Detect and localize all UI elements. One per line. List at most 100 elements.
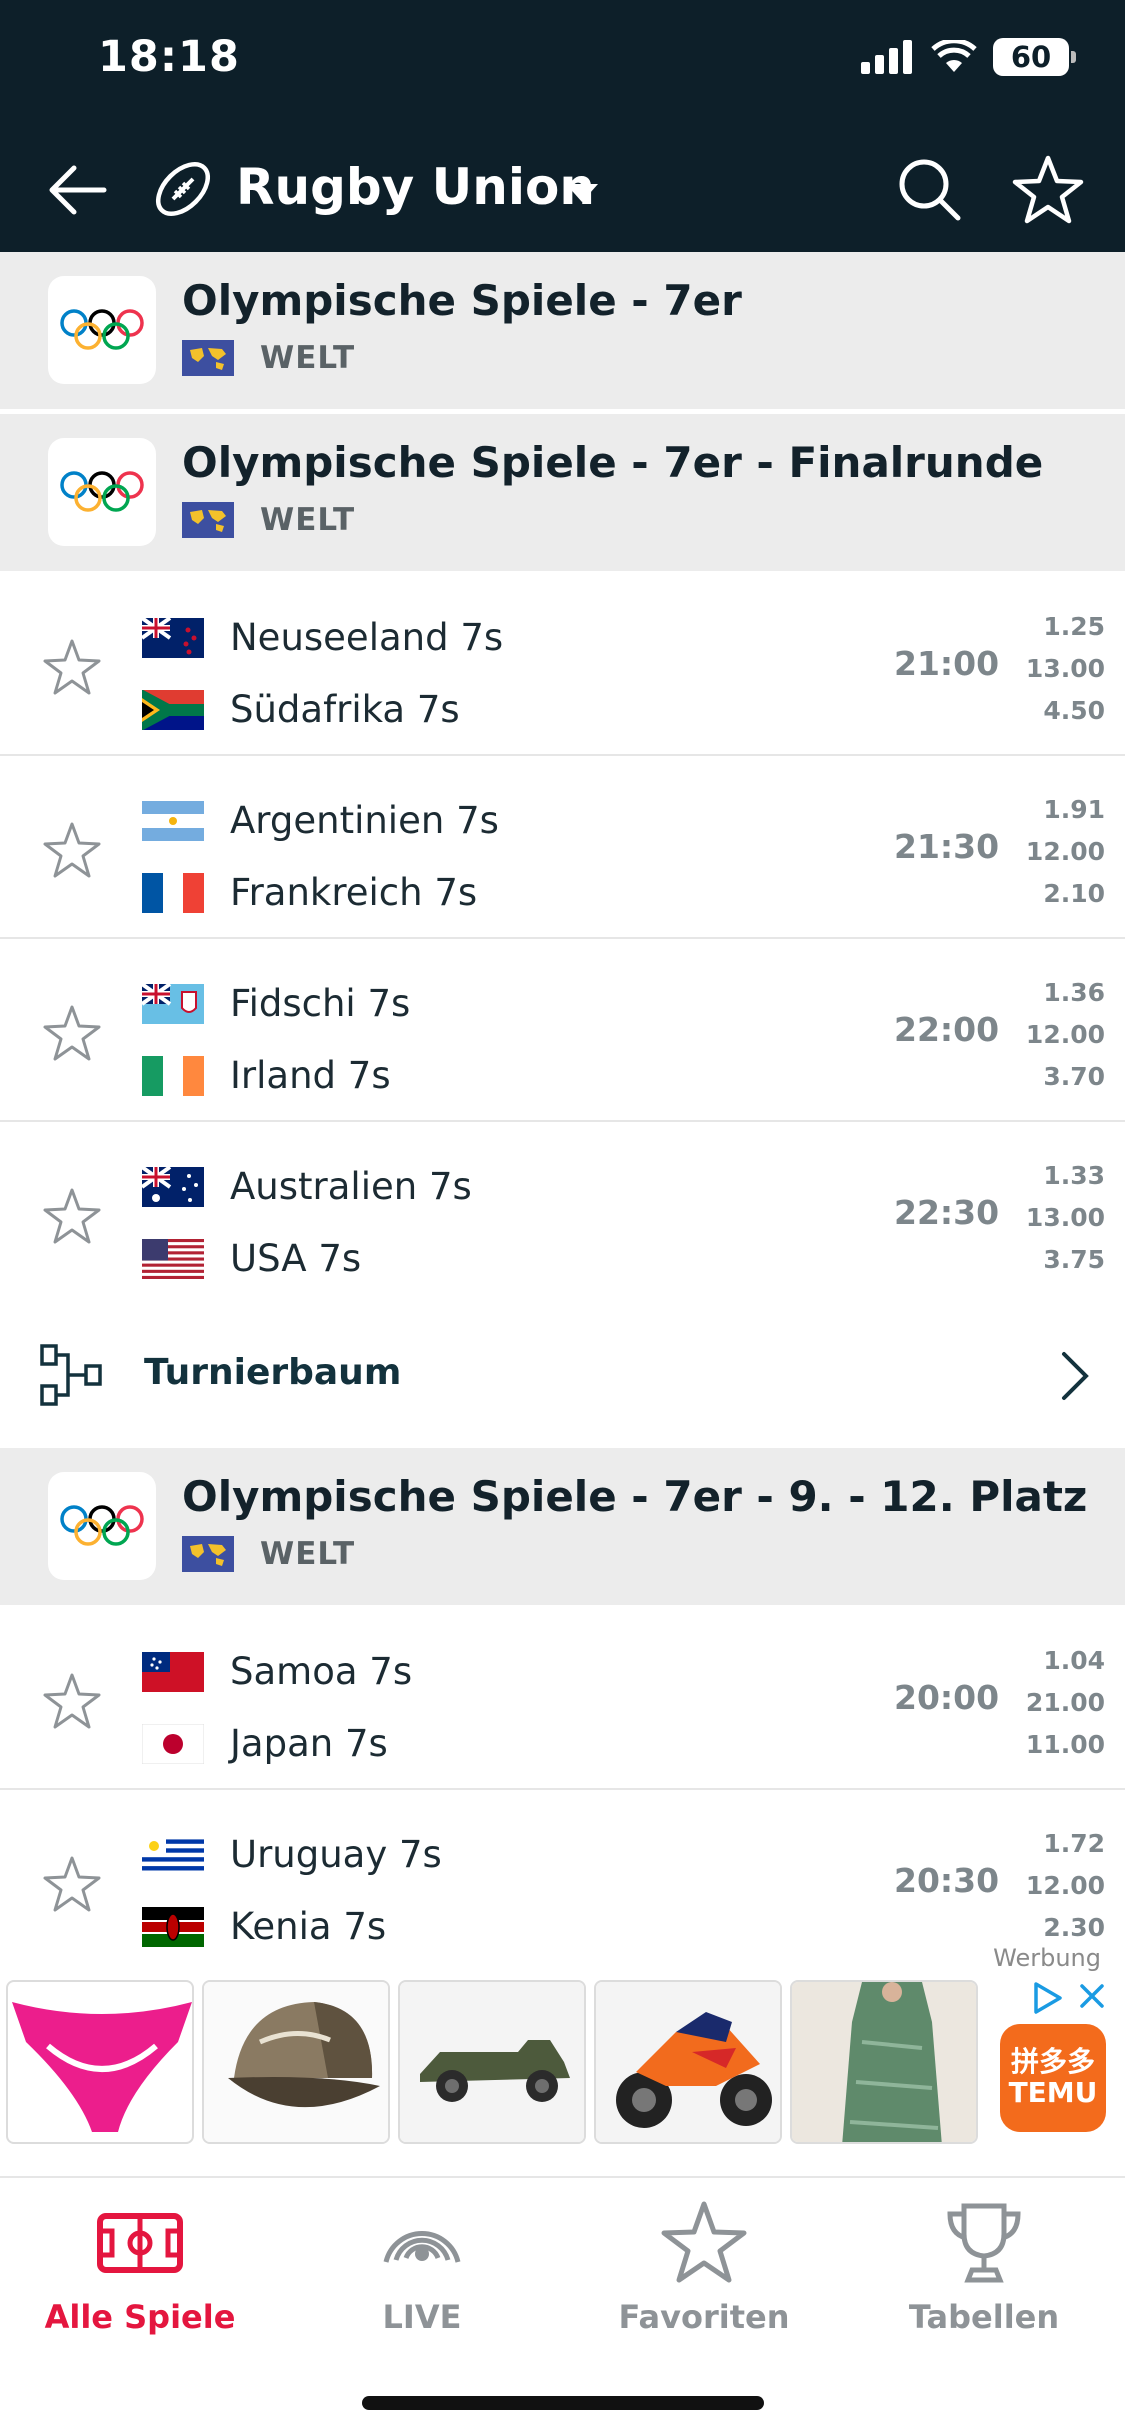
match-row[interactable]: Australien 7s USA 7s 22:30 1.33 13.00 3.… [0, 1123, 1125, 1305]
competition-header[interactable]: Olympische Spiele - 7er - 9. - 12. Platz… [0, 1448, 1125, 1608]
ad-product-motorbike[interactable] [594, 1980, 782, 2144]
world-flag-icon [182, 340, 234, 376]
star-icon[interactable] [1008, 150, 1088, 230]
rugby-ball-icon [156, 162, 210, 216]
uruguay-flag-icon [142, 1834, 204, 1875]
competition-name: Olympische Spiele - 7er - 9. - 12. Platz [182, 1472, 1088, 1521]
kickoff-time: 22:00 [894, 1010, 1000, 1049]
tab-label: LIVE [382, 2298, 462, 2336]
tab-live[interactable]: LIVE [302, 2198, 542, 2348]
favorite-star-icon[interactable] [40, 636, 104, 700]
japan-flag-icon [142, 1723, 204, 1764]
australia-flag-icon [142, 1166, 204, 1207]
odds-draw: 13.00 [1025, 654, 1105, 683]
kickoff-time: 21:00 [894, 644, 1000, 683]
match-row[interactable]: Neuseeland 7s Südafrika 7s 21:00 1.25 13… [0, 574, 1125, 756]
favorite-star-icon[interactable] [40, 1185, 104, 1249]
odds: 1.33 13.00 3.75 [1026, 1155, 1105, 1281]
odds: 1.25 13.00 4.50 [1026, 606, 1105, 732]
kenya-flag-icon [142, 1906, 204, 1947]
kickoff-time: 21:30 [894, 827, 1000, 866]
away-team-name: Südafrika 7s [230, 688, 460, 731]
match-row[interactable]: Fidschi 7s Irland 7s 22:00 1.36 12.00 3.… [0, 940, 1125, 1122]
odds-home: 1.91 [1043, 795, 1105, 824]
competition-name: Olympische Spiele - 7er - Finalrunde [182, 438, 1044, 487]
world-flag-icon [182, 502, 234, 538]
favorite-star-icon[interactable] [40, 1670, 104, 1734]
home-team-name: Uruguay 7s [230, 1833, 442, 1876]
competition-header[interactable]: Olympische Spiele - 7er - Finalrunde WEL… [0, 414, 1125, 574]
odds-draw: 12.00 [1025, 1871, 1105, 1900]
odds-away: 2.30 [1043, 1913, 1105, 1942]
kickoff-time: 20:30 [894, 1861, 1000, 1900]
bracket-link[interactable]: Turnierbaum [0, 1302, 1125, 1446]
trophy-icon [947, 2203, 1021, 2283]
odds-away: 3.70 [1043, 1062, 1105, 1091]
ad-banner[interactable]: 拼多多 TEMU [0, 1980, 1125, 2146]
sport-title[interactable]: Rugby Union [236, 158, 595, 216]
battery-icon: 60 [993, 38, 1076, 76]
odds-away: 11.00 [1025, 1730, 1105, 1759]
odds-home: 1.33 [1043, 1161, 1105, 1190]
ad-label: Werbung [993, 1944, 1101, 1972]
home-team-name: Neuseeland 7s [230, 616, 504, 659]
region-label: WELT [260, 1536, 356, 1572]
tab-all-games[interactable]: Alle Spiele [20, 2198, 260, 2348]
away-team-name: Irland 7s [230, 1054, 391, 1097]
match-row[interactable]: Uruguay 7s Kenia 7s 20:30 1.72 12.00 2.3… [0, 1791, 1125, 1973]
odds-away: 4.50 [1043, 696, 1105, 725]
live-broadcast-icon [383, 2231, 461, 2263]
caret-down-icon[interactable] [562, 178, 602, 208]
temu-logo[interactable]: 拼多多 TEMU [1000, 2024, 1106, 2132]
odds: 1.72 12.00 2.30 [1026, 1823, 1105, 1949]
app-header: 18:18 60 Rugby Union [0, 0, 1125, 252]
home-team-name: Australien 7s [230, 1165, 472, 1208]
away-team-name: Japan 7s [230, 1722, 388, 1765]
odds-away: 2.10 [1043, 879, 1105, 908]
tab-label: Alle Spiele [44, 2298, 236, 2336]
match-row[interactable]: Argentinien 7s Frankreich 7s 21:30 1.91 … [0, 757, 1125, 939]
competition-name: Olympische Spiele - 7er [182, 276, 742, 325]
bracket-label: Turnierbaum [144, 1352, 402, 1393]
home-team-name: Fidschi 7s [230, 982, 411, 1025]
favorite-star-icon[interactable] [40, 819, 104, 883]
new-zealand-flag-icon [142, 617, 204, 658]
odds-draw: 12.00 [1025, 1020, 1105, 1049]
competition-header[interactable]: Olympische Spiele - 7er WELT [0, 252, 1125, 412]
world-flag-icon [182, 1536, 234, 1572]
away-team-name: Frankreich 7s [230, 871, 478, 914]
fiji-flag-icon [142, 983, 204, 1024]
home-indicator[interactable] [362, 2396, 764, 2410]
back-arrow-icon[interactable] [40, 150, 120, 230]
odds-draw: 13.00 [1025, 1203, 1105, 1232]
odds-away: 3.75 [1043, 1245, 1105, 1274]
home-team-name: Argentinien 7s [230, 799, 499, 842]
ad-product-dress[interactable] [790, 1980, 978, 2144]
tab-favorites[interactable]: Favoriten [584, 2198, 824, 2348]
kickoff-time: 22:30 [894, 1193, 1000, 1232]
ad-product-swimwear[interactable] [6, 1980, 194, 2144]
samoa-flag-icon [142, 1651, 204, 1692]
odds-home: 1.72 [1043, 1829, 1105, 1858]
search-icon[interactable] [890, 150, 970, 230]
region-label: WELT [260, 340, 356, 376]
tab-tables[interactable]: Tabellen [864, 2198, 1104, 2348]
south-africa-flag-icon [142, 689, 204, 730]
favorite-star-icon[interactable] [40, 1853, 104, 1917]
match-row[interactable]: Samoa 7s Japan 7s 20:00 1.04 21.00 11.00 [0, 1608, 1125, 1790]
odds-home: 1.36 [1043, 978, 1105, 1007]
odds-home: 1.04 [1043, 1646, 1105, 1675]
ad-product-cap[interactable] [202, 1980, 390, 2144]
favorite-star-icon[interactable] [40, 1002, 104, 1066]
header-row: Rugby Union [0, 140, 1125, 236]
argentina-flag-icon [142, 800, 204, 841]
odds: 1.36 12.00 3.70 [1026, 972, 1105, 1098]
olympic-rings-icon [48, 438, 156, 546]
ad-close-icon[interactable] [1030, 1980, 1110, 2020]
ad-product-jeep[interactable] [398, 1980, 586, 2144]
odds-draw: 21.00 [1025, 1688, 1105, 1717]
temu-glyphs: 拼多多 [1010, 2045, 1095, 2078]
region-label: WELT [260, 502, 356, 538]
star-icon [661, 2201, 747, 2283]
football-pitch-icon [97, 2213, 183, 2273]
